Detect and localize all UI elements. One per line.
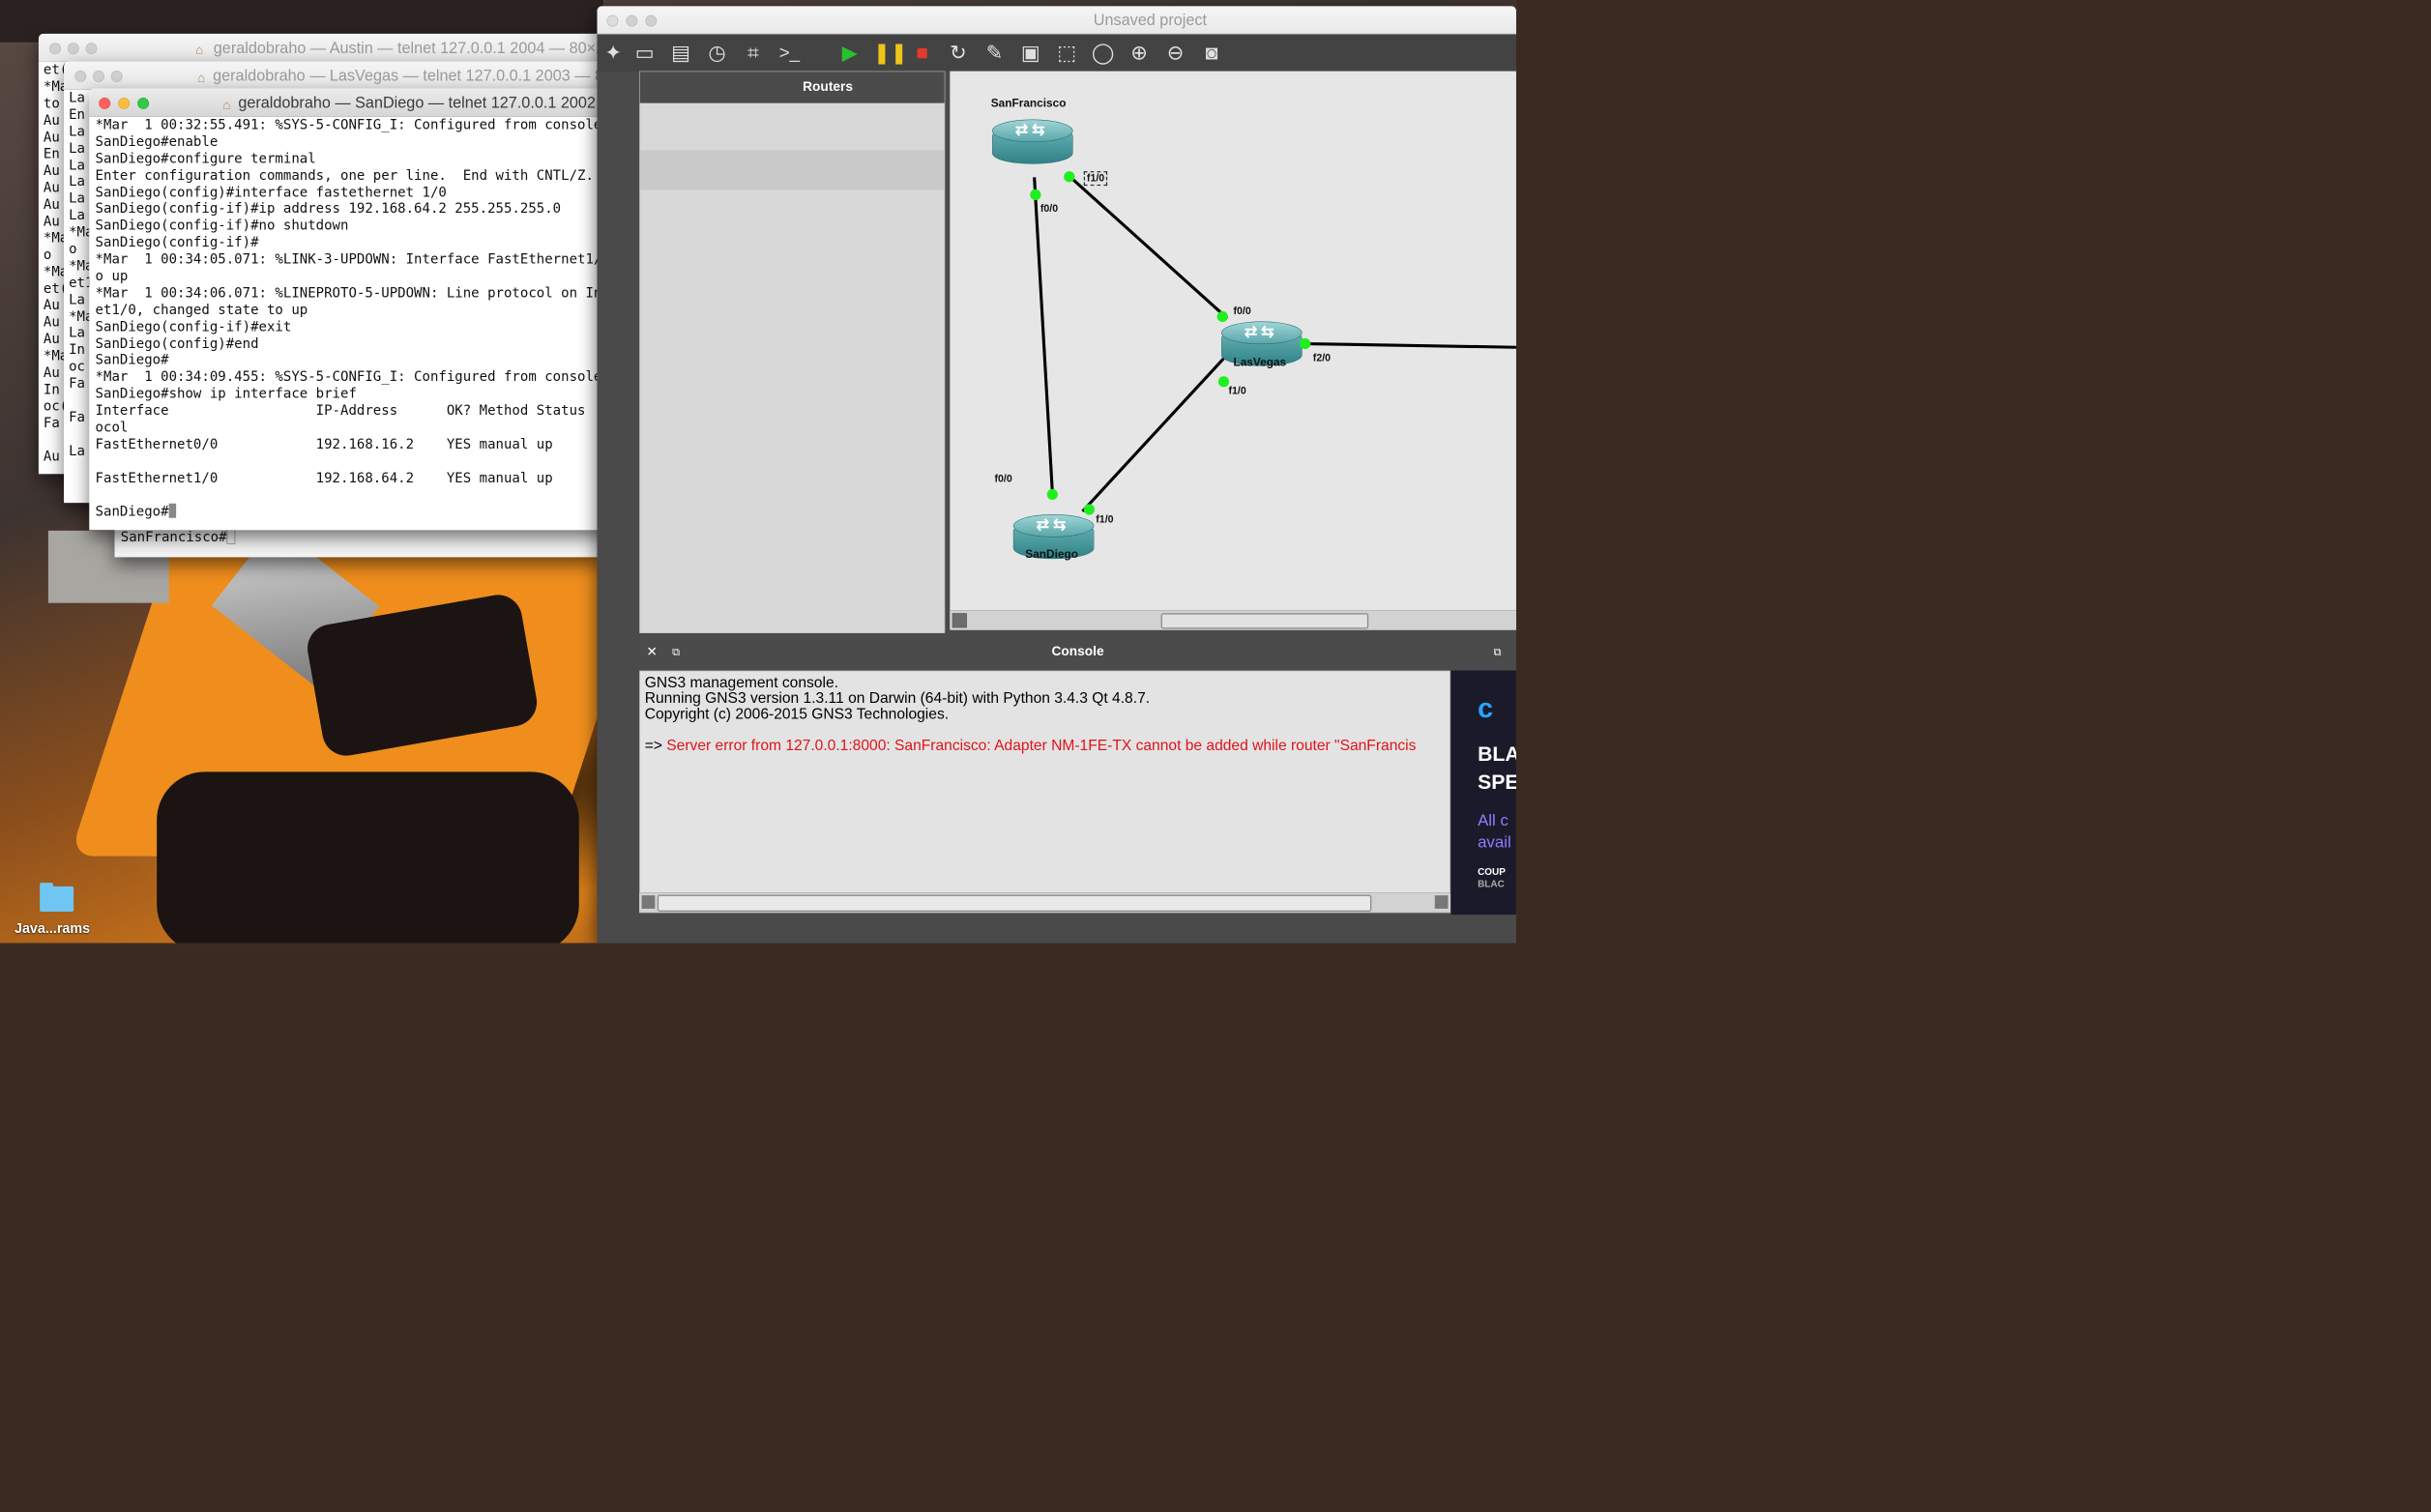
console-error-line: => Server error from 127.0.0.1:8000: San… bbox=[644, 737, 1417, 754]
scroll-left-icon[interactable] bbox=[641, 895, 656, 909]
annotate-icon[interactable]: ✎ bbox=[981, 41, 1007, 66]
close-button[interactable] bbox=[49, 43, 61, 55]
router-icon: ⇄⇆ bbox=[1014, 120, 1049, 139]
console-line: Copyright (c) 2006-2015 GNS3 Technologie… bbox=[644, 705, 950, 723]
text-cursor bbox=[226, 528, 236, 544]
panel-title: Routers bbox=[803, 78, 853, 95]
interface-label: f0/0 bbox=[1233, 305, 1251, 317]
pause-icon[interactable]: ❚❚ bbox=[873, 41, 908, 66]
router-icon: ⇄⇆ bbox=[1244, 322, 1278, 341]
folder-icon[interactable] bbox=[40, 883, 74, 913]
window-title: Unsaved project bbox=[1093, 11, 1207, 29]
text-cursor bbox=[168, 504, 177, 519]
port-dot bbox=[1030, 189, 1041, 201]
scroll-right-icon[interactable] bbox=[1434, 895, 1449, 909]
ad-coupon: COUP BLAC bbox=[1478, 866, 1506, 889]
reload-icon[interactable]: ↻ bbox=[946, 41, 971, 66]
console-title: Console bbox=[1051, 643, 1104, 659]
console-line: GNS3 management console. bbox=[644, 674, 838, 691]
ad-text: All c avail bbox=[1478, 810, 1511, 852]
console-dock-header: ✕ ⧉ Console ⧉ bbox=[639, 632, 1516, 671]
router-icon: ⇄⇆ bbox=[1036, 515, 1070, 534]
selected-list-item[interactable] bbox=[639, 150, 945, 190]
console-horizontal-scrollbar[interactable] bbox=[639, 892, 1450, 913]
save-project-icon[interactable]: ▤ bbox=[668, 41, 693, 66]
error-message: Server error from 127.0.0.1:8000: SanFra… bbox=[666, 737, 1417, 754]
ad-logo-icon: c bbox=[1478, 692, 1494, 724]
link-sf-lv[interactable] bbox=[1069, 176, 1229, 320]
new-project-icon[interactable]: ✦ bbox=[600, 41, 626, 66]
link-sf-sd[interactable] bbox=[1033, 177, 1054, 494]
link-lv-external[interactable] bbox=[1305, 341, 1516, 349]
gns3-window[interactable]: Unsaved project ✦ ▭ ▤ ◷ ⌗ >_ ▶ ❚❚ ■ ↻ ✎ … bbox=[597, 6, 1516, 944]
float-icon[interactable]: ⧉ bbox=[1491, 645, 1505, 658]
console-icon[interactable]: >_ bbox=[776, 41, 802, 66]
interface-label: f2/0 bbox=[1312, 352, 1332, 364]
start-icon[interactable]: ▶ bbox=[837, 41, 863, 66]
panel-header: Routers bbox=[639, 72, 945, 103]
topology-canvas[interactable]: SanFrancisco ⇄⇆ f0/0 f1/0 ⇄⇆ LasVegas f0… bbox=[950, 71, 1516, 629]
port-dot bbox=[1064, 171, 1075, 183]
image-icon[interactable]: ▣ bbox=[1018, 41, 1043, 66]
snapshot-icon[interactable]: ◷ bbox=[704, 41, 729, 66]
minimize-button[interactable] bbox=[67, 43, 79, 55]
titlebar[interactable]: Unsaved project bbox=[597, 6, 1516, 35]
interface-label: f0/0 bbox=[1040, 202, 1059, 215]
home-icon: ⌂ bbox=[195, 42, 204, 58]
scrollbar-thumb[interactable] bbox=[1160, 613, 1369, 629]
node-label-sandiego: SanDiego bbox=[1025, 547, 1078, 562]
console-output[interactable]: GNS3 management console. Running GNS3 ve… bbox=[639, 670, 1450, 914]
rectangle-icon[interactable]: ⬚ bbox=[1054, 41, 1079, 66]
node-label-lasvegas: LasVegas bbox=[1233, 356, 1287, 369]
router-sanfrancisco[interactable]: ⇄⇆ bbox=[991, 119, 1073, 168]
port-dot bbox=[1083, 504, 1096, 515]
node-label-sanfrancisco: SanFrancisco bbox=[990, 97, 1067, 110]
scrollbar-thumb[interactable] bbox=[657, 894, 1372, 913]
screenshot-icon[interactable]: ◙ bbox=[1199, 41, 1224, 66]
zoom-button[interactable] bbox=[85, 43, 98, 55]
advertisement-panel[interactable]: c BLA SPE All c avail COUP BLAC bbox=[1450, 670, 1516, 916]
console-line: Running GNS3 version 1.3.11 on Darwin (6… bbox=[644, 689, 1151, 707]
prompt: SanFrancisco# bbox=[120, 529, 227, 545]
interface-label: f0/0 bbox=[994, 472, 1012, 484]
interface-label-selected[interactable]: f1/0 bbox=[1083, 171, 1108, 187]
port-dot bbox=[1046, 488, 1058, 501]
scroll-left-icon[interactable] bbox=[952, 613, 967, 628]
toolbar: ✦ ▭ ▤ ◷ ⌗ >_ ▶ ❚❚ ■ ↻ ✎ ▣ ⬚ ◯ ⊕ ⊖ ◙ bbox=[597, 34, 1516, 73]
interface-label: f1/0 bbox=[1096, 513, 1114, 526]
zoom-in-icon[interactable]: ⊕ bbox=[1127, 41, 1152, 66]
interface-label: f1/0 bbox=[1228, 384, 1246, 396]
home-icon: ⌂ bbox=[222, 97, 231, 113]
canvas-horizontal-scrollbar[interactable] bbox=[950, 610, 1516, 630]
home-icon: ⌂ bbox=[197, 70, 206, 85]
ellipse-icon[interactable]: ◯ bbox=[1091, 41, 1116, 66]
ad-text: BLA bbox=[1478, 742, 1516, 767]
folder-label[interactable]: Java...rams bbox=[15, 920, 105, 937]
port-dot bbox=[1217, 376, 1230, 388]
device-icon[interactable]: ⌗ bbox=[741, 41, 766, 66]
titlebar[interactable]: ⌂ geraldobraho — Austin — telnet 127.0.0.… bbox=[38, 33, 642, 63]
routers-panel: Routers bbox=[639, 71, 946, 635]
open-project-icon[interactable]: ▭ bbox=[632, 41, 658, 66]
stop-icon[interactable]: ■ bbox=[910, 41, 935, 66]
link-lv-sd[interactable] bbox=[1081, 353, 1229, 512]
zoom-out-icon[interactable]: ⊖ bbox=[1162, 41, 1187, 66]
window-title: ⌂ geraldobraho — Austin — telnet 127.0.0.… bbox=[195, 38, 614, 58]
port-dot bbox=[1300, 337, 1311, 350]
ad-text: SPE bbox=[1478, 771, 1516, 794]
port-dot bbox=[1216, 310, 1228, 323]
